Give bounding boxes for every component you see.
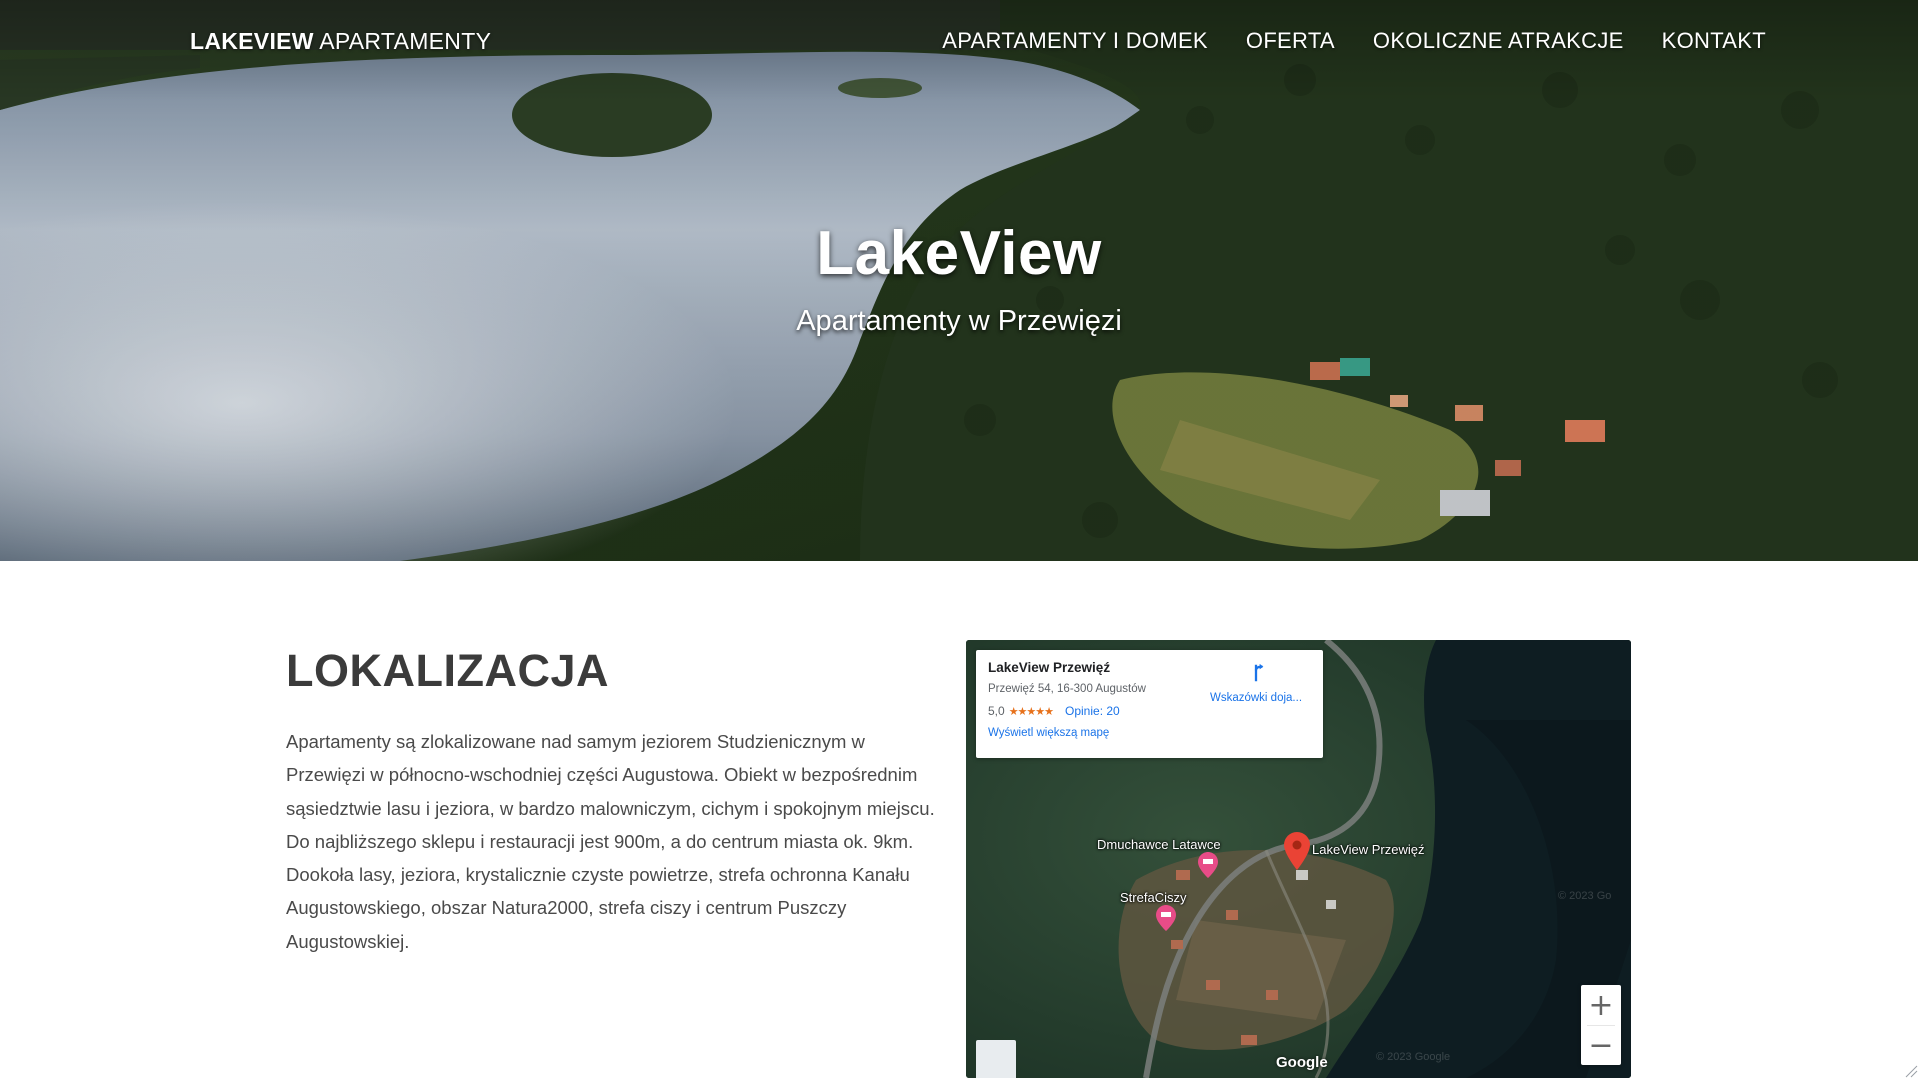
place-rating: 5,0 ★★★★★ Opinie: 20 [988,704,1311,718]
map-copyright: © 2023 Google [1376,1051,1451,1063]
hero-subtitle: Apartamenty w Przewięzi [796,305,1122,337]
zoom-in-button[interactable]: + [1581,985,1621,1025]
hotel-poi-icon[interactable] [1156,905,1176,931]
brand-name-bold: LAKEVIEW [190,28,314,54]
main-menu: APARTAMENTY I DOMEK OFERTA OKOLICZNE ATR… [942,28,1766,54]
brand-name-light: APARTAMENTY [319,28,492,54]
menu-item-oferta[interactable]: OFERTA [1246,28,1335,54]
resize-handle-icon [1905,1065,1918,1078]
hotel-poi-icon[interactable] [1198,852,1218,878]
top-navigation: LAKEVIEW APARTAMENTY APARTAMENTY I DOMEK… [0,28,1918,64]
street-view-pegman-icon[interactable] [976,1040,1016,1078]
zoom-controls: + − [1581,985,1621,1065]
star-icons: ★★★★★ [1008,705,1054,718]
poi-label-dmuchawce: Dmuchawce Latawce [1097,837,1221,852]
view-larger-map-link[interactable]: Wyświetl większą mapę [988,727,1311,739]
poi-label-strefaciszy: StrefaCiszy [1120,890,1187,905]
section-heading-lokalizacja: LOKALIZACJA [286,645,609,696]
google-map-embed[interactable]: LakeView Przewięź Przewięź 54, 16-300 Au… [966,640,1631,1078]
reviews-link[interactable]: Opinie: 20 [1065,704,1120,718]
hero-title: LakeView [816,219,1102,288]
place-info-card: LakeView Przewięź Przewięź 54, 16-300 Au… [976,650,1323,758]
rating-value: 5,0 [988,704,1005,718]
menu-item-atrakcje[interactable]: OKOLICZNE ATRAKCJE [1373,28,1624,54]
menu-item-apartamenty[interactable]: APARTAMENTY I DOMEK [942,28,1208,54]
google-logo: Google [1276,1054,1328,1071]
zoom-out-button[interactable]: − [1581,1025,1621,1065]
map-copyright-side: © 2023 Go [1558,890,1612,902]
location-marker-icon[interactable] [1284,832,1310,870]
directions-label: Wskazówki doja... [1209,692,1303,704]
hero-banner: LAKEVIEW APARTAMENTY APARTAMENTY I DOMEK… [0,0,1918,561]
menu-item-kontakt[interactable]: KONTAKT [1662,28,1766,54]
zoom-divider [1587,1025,1615,1026]
location-description: Apartamenty są zlokalizowane nad samym j… [286,731,935,952]
brand-logo[interactable]: LAKEVIEW APARTAMENTY [190,28,491,55]
marker-label: LakeView Przewięź [1312,842,1425,857]
directions-icon [1254,663,1264,682]
directions-button[interactable]: Wskazówki doja... [1201,662,1311,704]
